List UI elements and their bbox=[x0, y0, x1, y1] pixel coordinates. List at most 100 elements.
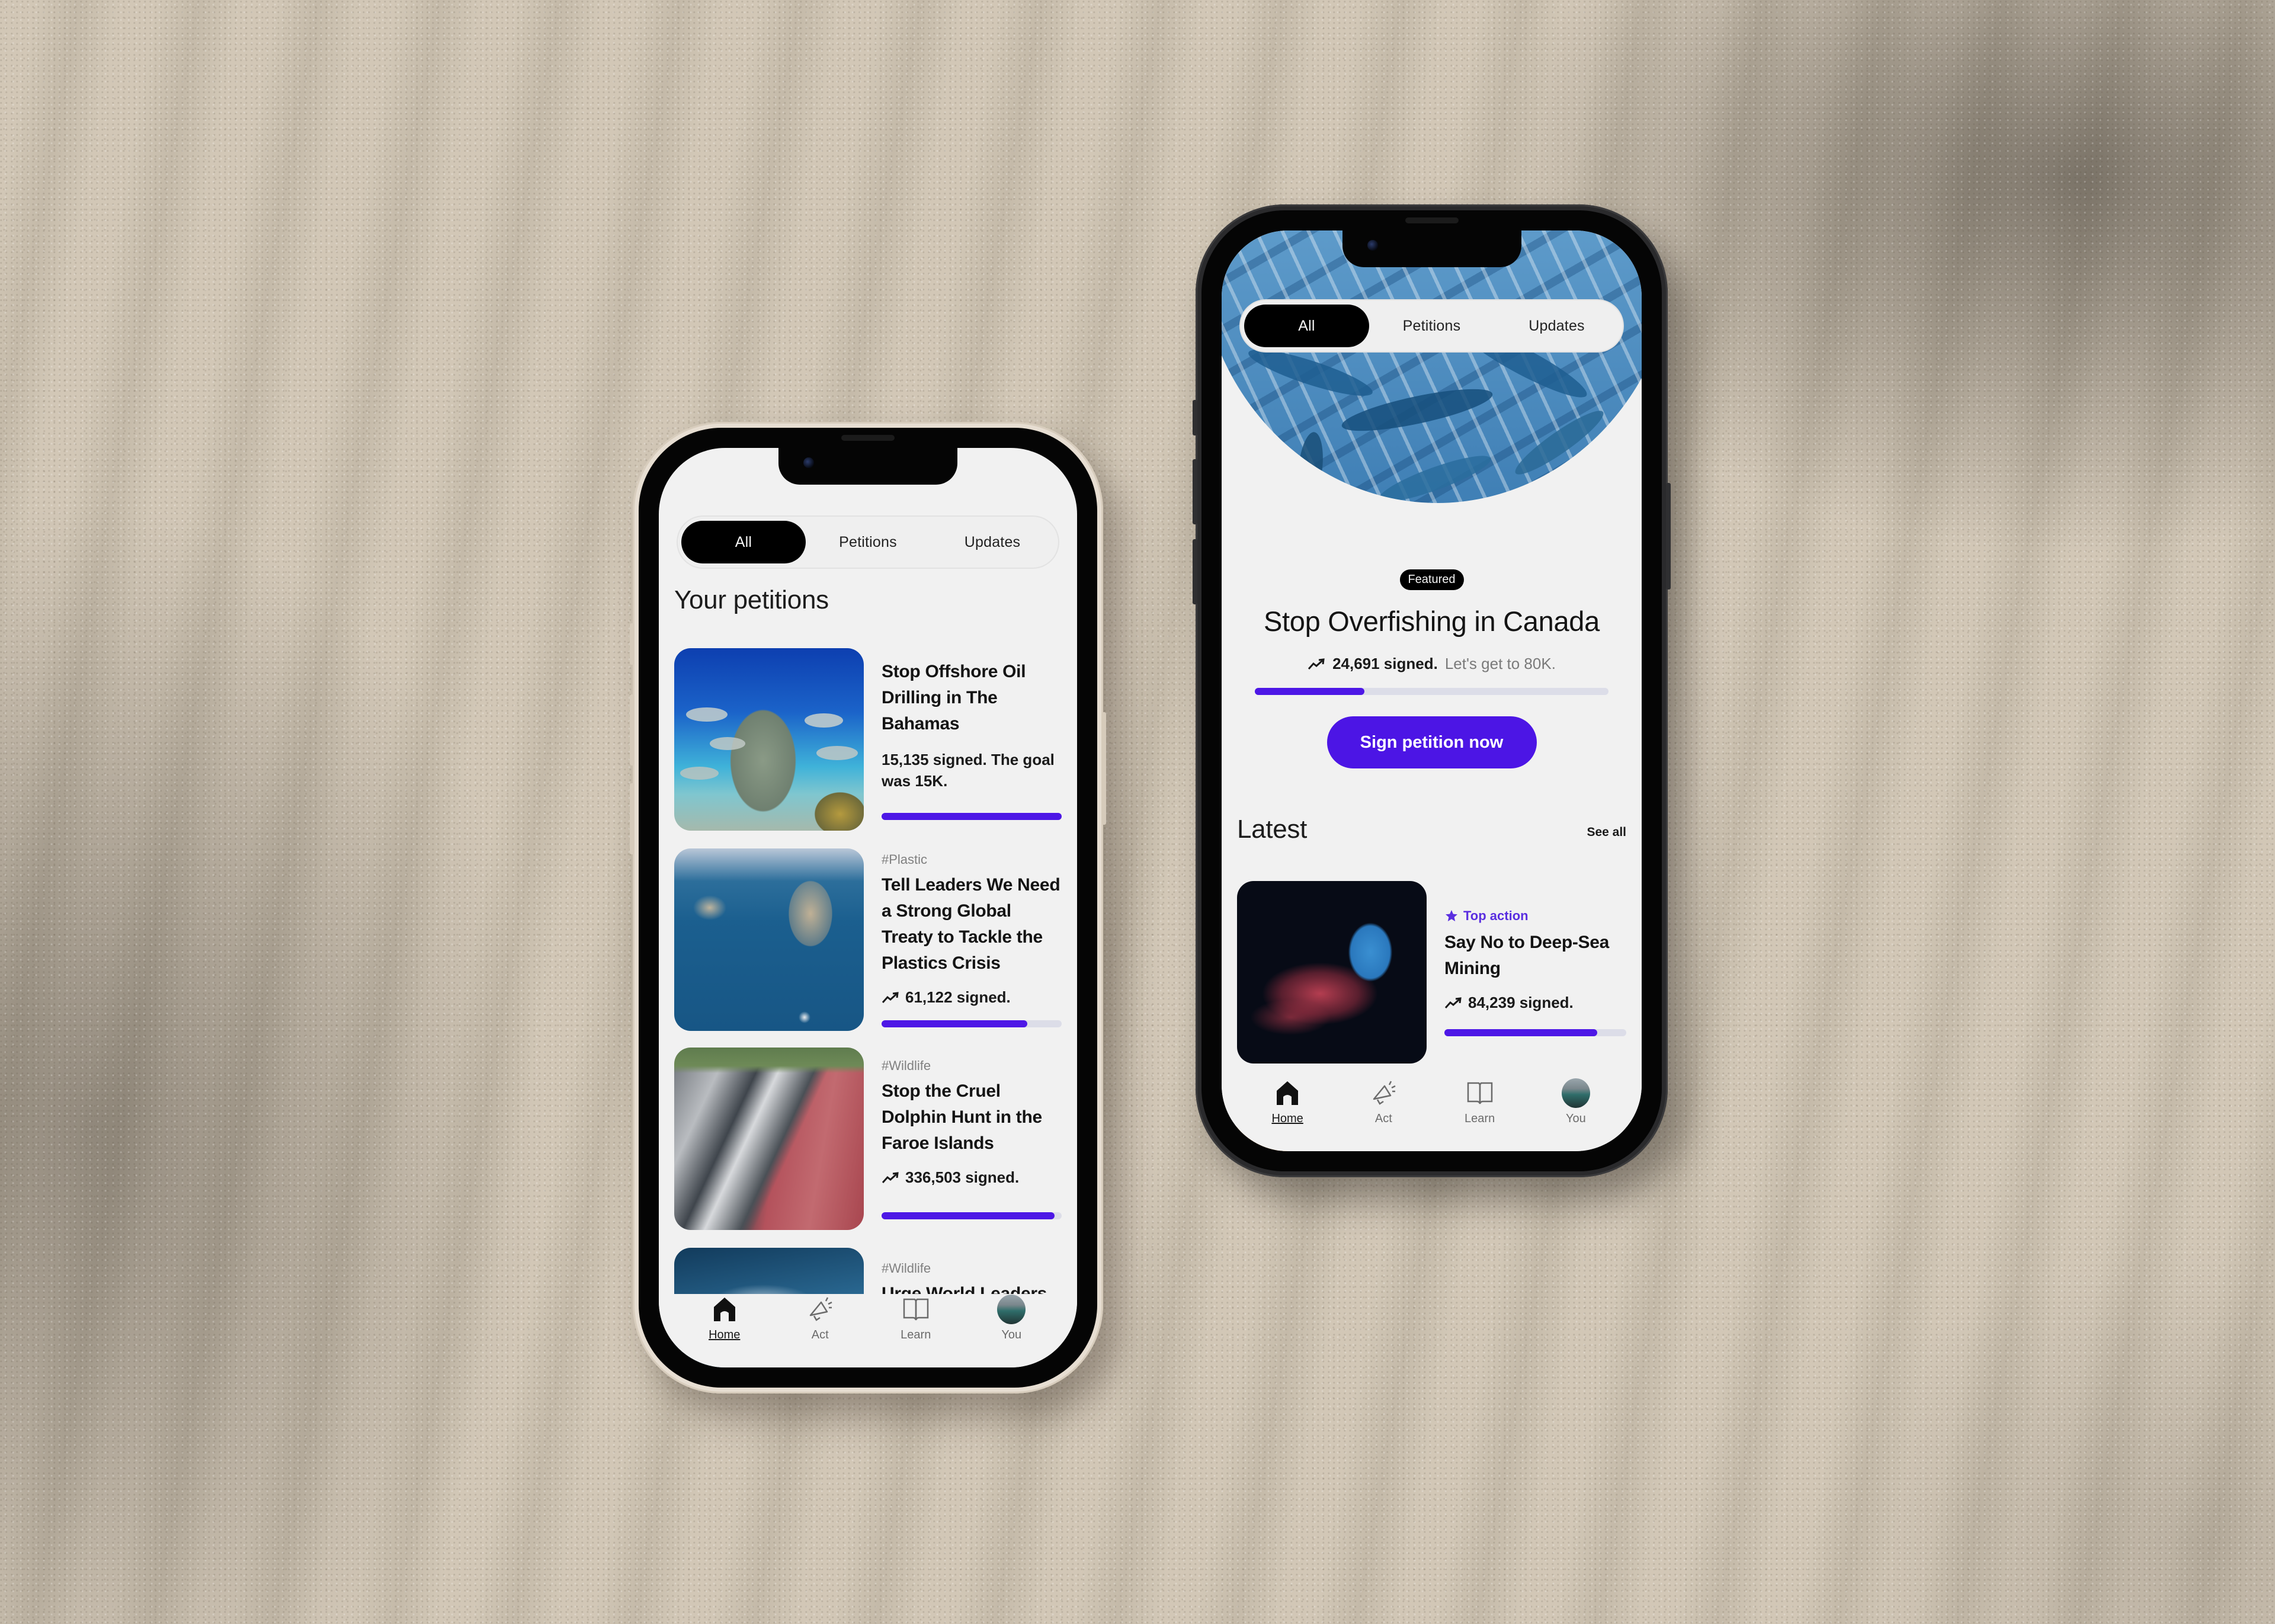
top-action-label: Top action bbox=[1444, 908, 1626, 924]
phone-bezel: All Petitions Updates Your petitions Sto… bbox=[639, 428, 1097, 1388]
petition-thumbnail-dolphin-hunt bbox=[674, 1048, 864, 1230]
petition-title[interactable]: Stop Offshore Oil Drilling in The Bahama… bbox=[882, 659, 1062, 737]
fish bbox=[1294, 431, 1326, 503]
phone-bezel: All Petitions Updates Featured Stop Over… bbox=[1201, 210, 1662, 1171]
signature-count: 61,122 signed. bbox=[905, 988, 1011, 1006]
signature-row: 84,239 signed. bbox=[1444, 994, 1626, 1012]
tab-petitions[interactable]: Petitions bbox=[806, 521, 930, 563]
bottom-nav: Home Act Learn You bbox=[659, 1294, 1077, 1367]
latest-heading: Latest bbox=[1237, 815, 1308, 844]
petition-thumbnail-coral-reef bbox=[674, 648, 864, 831]
trending-up-icon bbox=[882, 991, 899, 1003]
volume-down-button bbox=[1193, 539, 1197, 604]
trending-up-icon bbox=[1444, 997, 1462, 1008]
home-icon bbox=[710, 1294, 739, 1325]
progress-bar bbox=[882, 1212, 1062, 1219]
trending-up-icon bbox=[1308, 658, 1325, 670]
petition-title[interactable]: Tell Leaders We Need a Strong Global Tre… bbox=[882, 872, 1062, 976]
sand-background bbox=[0, 0, 2275, 1624]
megaphone-icon bbox=[1369, 1078, 1398, 1109]
speaker-grille bbox=[841, 435, 895, 441]
trending-up-icon bbox=[882, 1171, 899, 1183]
signature-count: 15,135 signed. The goal was 15K. bbox=[882, 751, 1055, 790]
nav-label: Home bbox=[709, 1328, 741, 1341]
latest-petition-card[interactable]: Top action Say No to Deep-Sea Mining 84,… bbox=[1237, 881, 1626, 1064]
nav-learn[interactable]: Learn bbox=[883, 1294, 949, 1342]
nav-act[interactable]: Act bbox=[1351, 1078, 1416, 1126]
fish bbox=[1509, 403, 1610, 482]
nav-you[interactable]: You bbox=[1543, 1078, 1608, 1126]
signature-row: 336,503 signed. bbox=[882, 1168, 1062, 1187]
volume-down-button bbox=[630, 783, 635, 854]
phone-right: All Petitions Updates Featured Stop Over… bbox=[1193, 204, 1671, 1177]
nav-label: Home bbox=[1271, 1112, 1303, 1125]
tab-petitions[interactable]: Petitions bbox=[1369, 305, 1494, 347]
mute-switch bbox=[1193, 400, 1197, 435]
nav-label: You bbox=[1566, 1112, 1586, 1125]
nav-home[interactable]: Home bbox=[1255, 1078, 1320, 1126]
megaphone-icon bbox=[806, 1294, 834, 1325]
progress-bar bbox=[882, 813, 1062, 820]
nav-label: Learn bbox=[901, 1328, 931, 1341]
left-screen: All Petitions Updates Your petitions Sto… bbox=[659, 448, 1077, 1367]
fish bbox=[686, 707, 728, 722]
featured-signature-count: 24,691 signed. bbox=[1332, 655, 1438, 672]
fish bbox=[1375, 447, 1495, 503]
nav-you[interactable]: You bbox=[979, 1294, 1044, 1342]
signature-count: 84,239 signed. bbox=[1468, 994, 1574, 1011]
nav-home[interactable]: Home bbox=[692, 1294, 757, 1342]
notch bbox=[778, 448, 957, 485]
petition-tag[interactable]: #Wildlife bbox=[882, 1261, 1062, 1276]
petition-tag[interactable]: #Plastic bbox=[882, 852, 1062, 867]
nav-label: Act bbox=[1374, 1112, 1392, 1125]
tab-all[interactable]: All bbox=[681, 521, 806, 563]
bottom-nav: Home Act Learn You bbox=[1222, 1078, 1642, 1151]
progress-bar bbox=[1444, 1029, 1626, 1036]
top-action-text: Top action bbox=[1463, 908, 1529, 923]
progress-fill bbox=[1444, 1029, 1597, 1036]
front-camera bbox=[803, 457, 814, 468]
tab-updates[interactable]: Updates bbox=[930, 521, 1055, 563]
featured-hero-image-fish bbox=[1222, 230, 1642, 503]
front-camera bbox=[1367, 240, 1378, 251]
fish bbox=[710, 737, 745, 750]
volume-up-button bbox=[1193, 459, 1197, 524]
nav-label: You bbox=[1001, 1328, 1022, 1341]
segmented-tabs: All Petitions Updates bbox=[1241, 300, 1623, 351]
petition-tag[interactable]: #Wildlife bbox=[882, 1058, 1062, 1074]
signature-row: 61,122 signed. bbox=[882, 988, 1062, 1007]
progress-fill bbox=[882, 1212, 1055, 1219]
progress-fill bbox=[882, 1020, 1028, 1027]
phone-left: All Petitions Updates Your petitions Sto… bbox=[630, 422, 1106, 1394]
featured-badge: Featured bbox=[1399, 569, 1464, 590]
nav-act[interactable]: Act bbox=[787, 1294, 853, 1342]
avatar bbox=[997, 1295, 1026, 1324]
petition-thumbnail-plastic-ocean bbox=[674, 848, 864, 1031]
petition-title[interactable]: Say No to Deep-Sea Mining bbox=[1444, 930, 1626, 982]
nav-label: Learn bbox=[1465, 1112, 1495, 1125]
book-icon bbox=[1466, 1078, 1494, 1109]
home-icon bbox=[1273, 1078, 1302, 1109]
featured-progress-bar bbox=[1255, 688, 1608, 695]
nav-learn[interactable]: Learn bbox=[1447, 1078, 1513, 1126]
petition-card[interactable]: Stop Offshore Oil Drilling in The Bahama… bbox=[674, 648, 1062, 831]
segmented-tabs: All Petitions Updates bbox=[678, 517, 1058, 568]
featured-title[interactable]: Stop Overfishing in Canada bbox=[1222, 605, 1642, 638]
progress-fill bbox=[1255, 688, 1365, 695]
progress-bar bbox=[882, 1020, 1062, 1027]
petition-card[interactable]: #Plastic Tell Leaders We Need a Strong G… bbox=[674, 848, 1062, 1031]
volume-up-button bbox=[630, 694, 635, 765]
see-all-link[interactable]: See all bbox=[1587, 825, 1626, 840]
fish bbox=[816, 746, 858, 760]
petition-title[interactable]: Stop the Cruel Dolphin Hunt in the Faroe… bbox=[882, 1078, 1062, 1157]
tab-all[interactable]: All bbox=[1244, 305, 1369, 347]
featured-goal-text: Let's get to 80K. bbox=[1444, 655, 1556, 672]
sign-petition-button[interactable]: Sign petition now bbox=[1326, 716, 1537, 768]
petition-card[interactable]: #Wildlife Stop the Cruel Dolphin Hunt in… bbox=[674, 1048, 1062, 1230]
star-icon bbox=[1446, 910, 1457, 921]
tab-updates[interactable]: Updates bbox=[1494, 305, 1619, 347]
progress-fill bbox=[882, 813, 1062, 820]
nav-label: Act bbox=[811, 1328, 829, 1341]
featured-signature-row: 24,691 signed. Let's get to 80K. bbox=[1222, 655, 1642, 673]
your-petitions-heading: Your petitions bbox=[674, 585, 829, 614]
